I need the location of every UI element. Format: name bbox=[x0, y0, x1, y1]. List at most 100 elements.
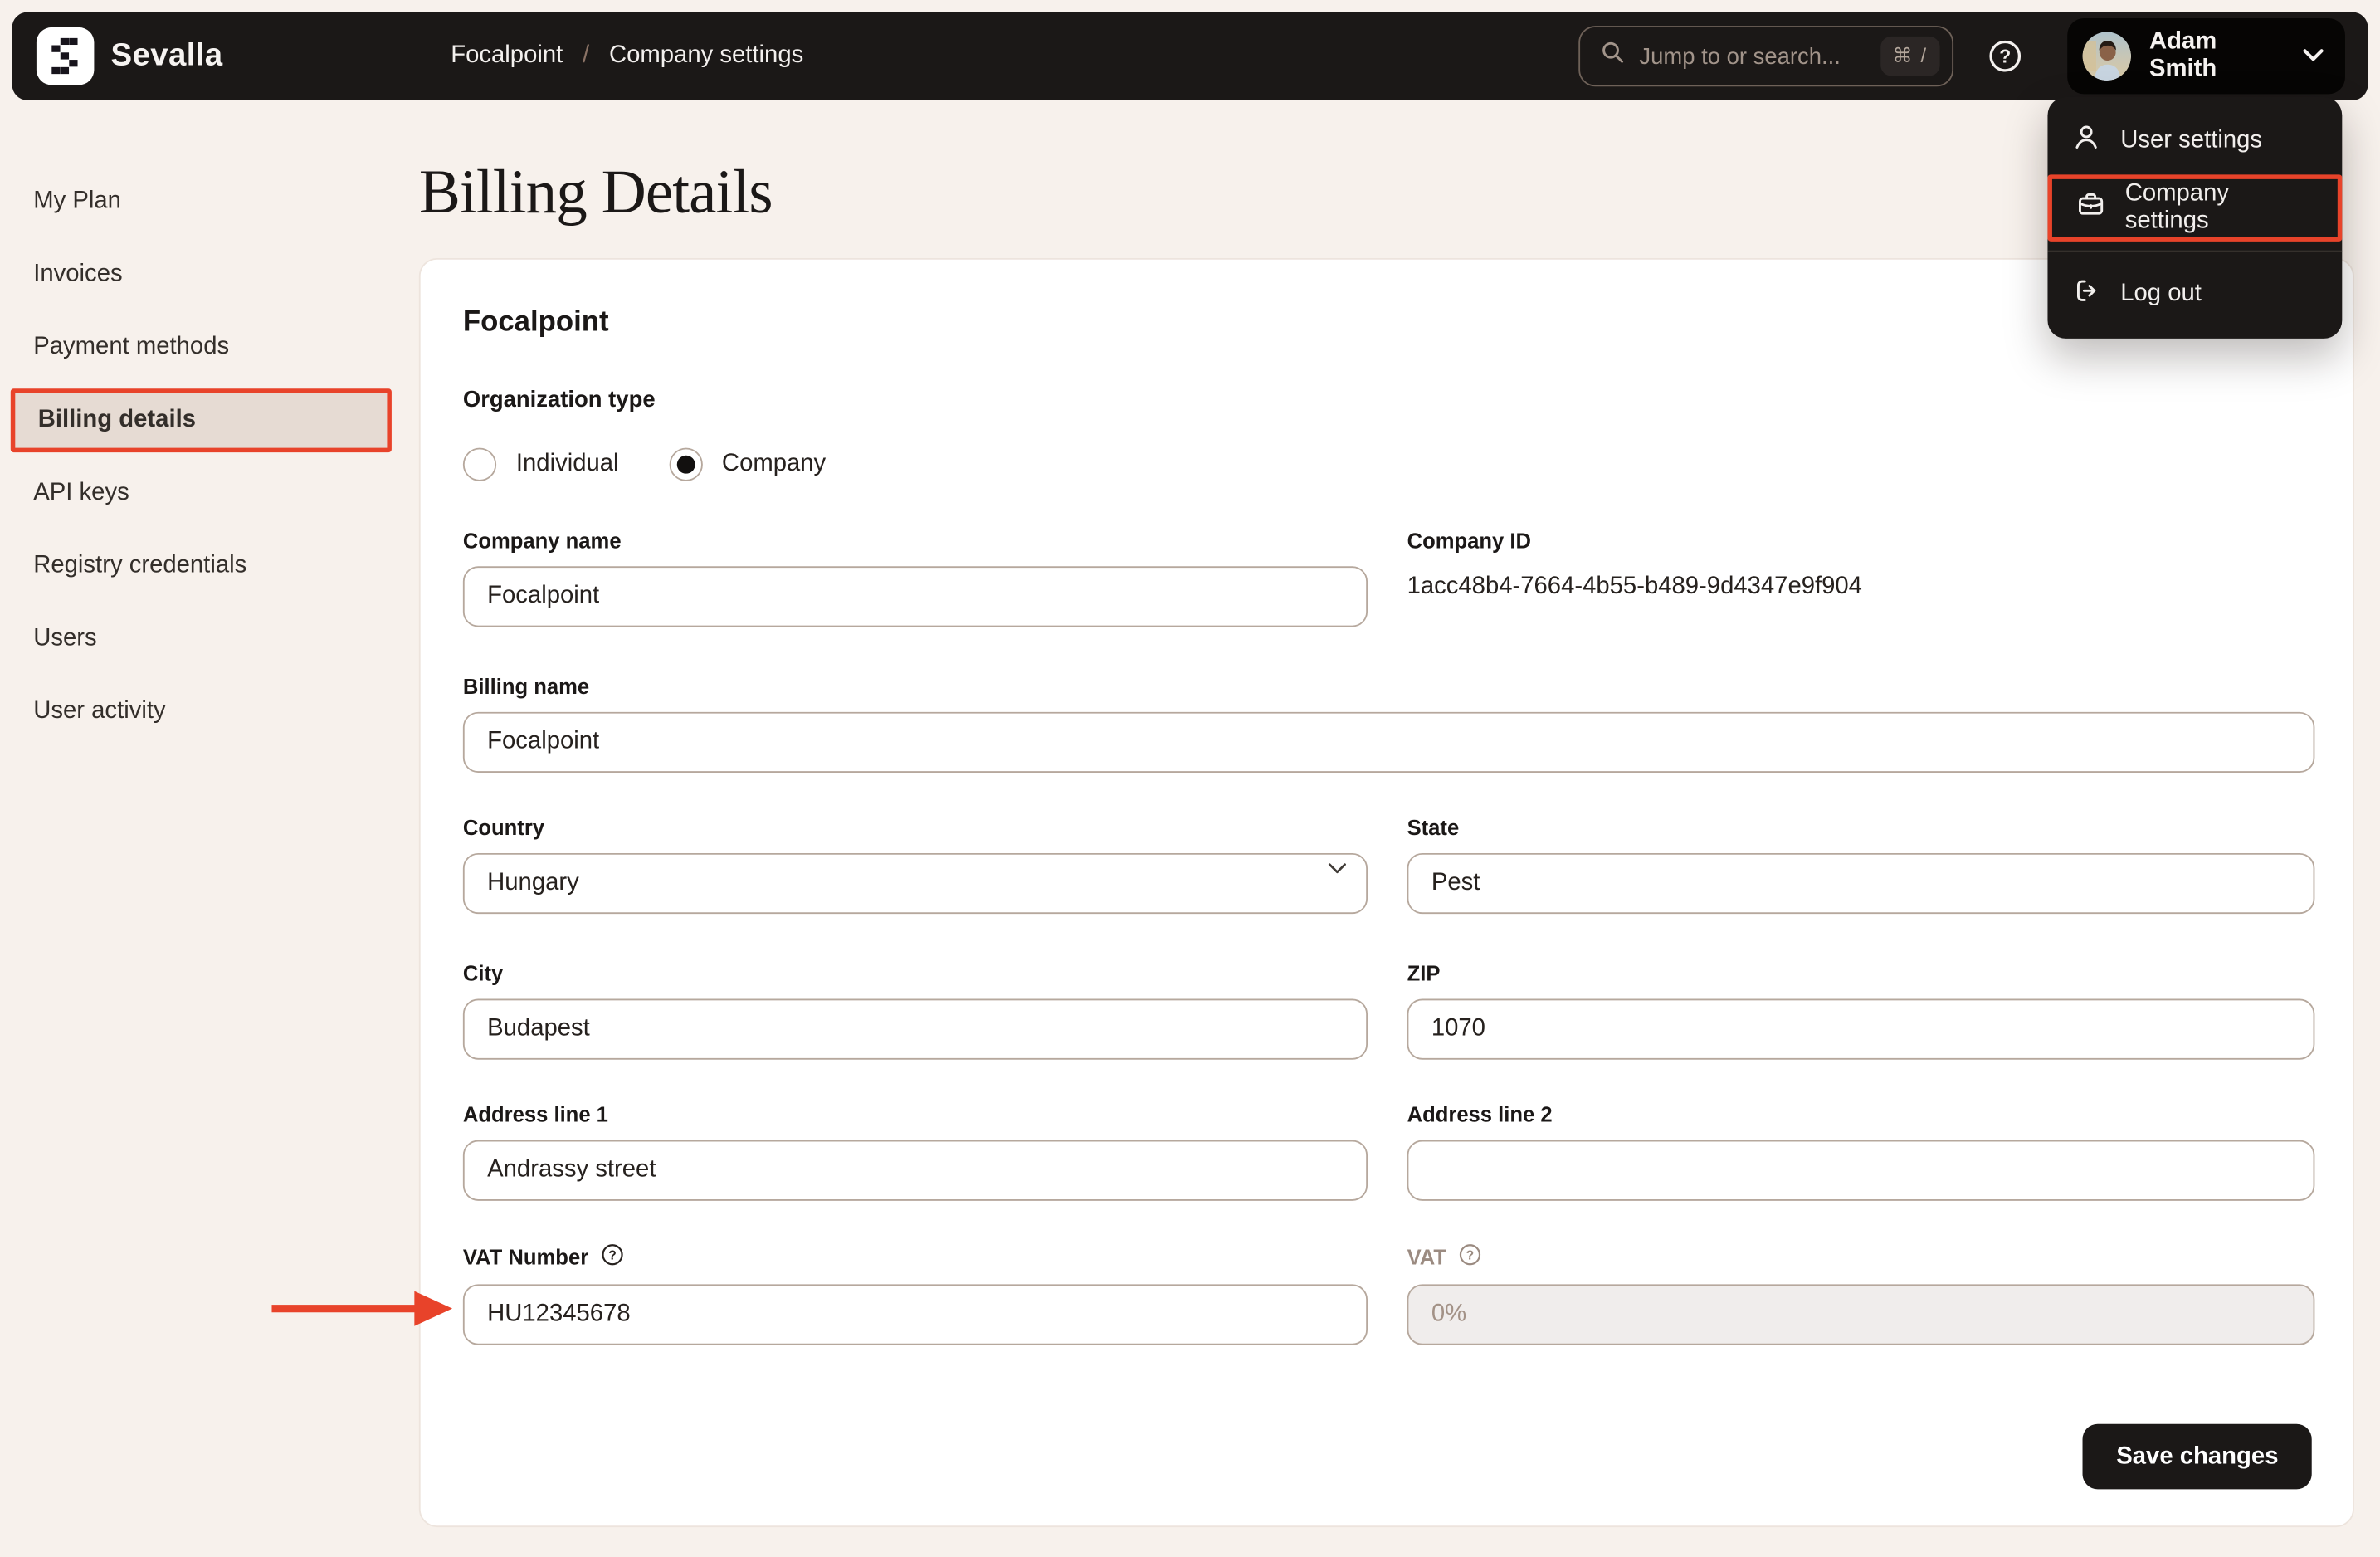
address-line-1-field: Address line 1 bbox=[462, 1101, 1368, 1201]
state-field: State bbox=[1407, 815, 2315, 915]
briefcase-icon bbox=[2076, 190, 2105, 227]
sidebar: My Plan Invoices Payment methods Billing… bbox=[0, 165, 397, 748]
address-line-2-field: Address line 2 bbox=[1407, 1102, 2315, 1201]
avatar bbox=[2082, 32, 2132, 81]
select-chevron-icon bbox=[1328, 855, 1346, 882]
radio-individual[interactable]: Individual bbox=[462, 447, 619, 481]
user-icon bbox=[2072, 123, 2101, 159]
menu-item-label: User settings bbox=[2120, 127, 2263, 154]
sevalla-logo-icon bbox=[36, 27, 95, 85]
page-title: Billing Details bbox=[418, 156, 773, 227]
sidebar-item-registry-credentials[interactable]: Registry credentials bbox=[0, 530, 397, 603]
vat-help-icon[interactable]: ? bbox=[1459, 1243, 1481, 1271]
company-id-label: Company ID bbox=[1407, 528, 1531, 553]
country-field: Country Hungary bbox=[462, 815, 1368, 915]
sidebar-item-label: Payment methods bbox=[33, 334, 230, 360]
state-input[interactable] bbox=[1407, 852, 2315, 915]
company-name-field: Company name bbox=[462, 528, 1368, 627]
menu-divider bbox=[2047, 250, 2343, 252]
breadcrumb-parent[interactable]: Focalpoint bbox=[451, 42, 563, 70]
city-label: City bbox=[462, 960, 504, 986]
menu-item-company-settings[interactable]: Company settings bbox=[2047, 174, 2343, 242]
billing-name-label: Billing name bbox=[462, 674, 590, 699]
address-line-2-label: Address line 2 bbox=[1407, 1101, 1553, 1127]
sidebar-item-users[interactable]: Users bbox=[0, 603, 397, 676]
sidebar-item-api-keys[interactable]: API keys bbox=[0, 457, 397, 530]
sidebar-item-payment-methods[interactable]: Payment methods bbox=[0, 311, 397, 384]
user-menu: User settings Company settings Log out bbox=[2047, 97, 2343, 339]
svg-text:?: ? bbox=[1999, 46, 2011, 67]
zip-label: ZIP bbox=[1407, 960, 1441, 986]
radio-company[interactable]: Company bbox=[668, 447, 827, 481]
company-id-value: 1acc48b4-7664-4b55-b489-9d4347e9f904 bbox=[1407, 574, 1862, 600]
billing-name-input[interactable] bbox=[462, 711, 2315, 774]
topbar: Sevalla Focalpoint / Company settings Ju… bbox=[12, 12, 2368, 100]
sidebar-item-label: User activity bbox=[33, 698, 166, 725]
sidebar-item-label: My Plan bbox=[33, 188, 121, 214]
svg-text:?: ? bbox=[1466, 1248, 1474, 1262]
search-icon bbox=[1600, 40, 1626, 73]
vat-input-disabled: 0% bbox=[1407, 1284, 2315, 1345]
breadcrumb-current[interactable]: Company settings bbox=[609, 42, 803, 70]
organization-type-group: Individual Company bbox=[462, 447, 827, 481]
vat-label: VAT bbox=[1407, 1244, 1446, 1270]
city-field: City bbox=[462, 960, 1368, 1060]
radio-label: Individual bbox=[515, 451, 619, 477]
user-name: Adam Smith bbox=[2149, 28, 2217, 82]
menu-item-user-settings[interactable]: User settings bbox=[2047, 108, 2342, 174]
menu-item-label: Log out bbox=[2120, 281, 2202, 307]
sidebar-item-label: Users bbox=[33, 625, 97, 652]
sidebar-item-label: Invoices bbox=[33, 261, 123, 287]
billing-details-card: Focalpoint Organization type Individual … bbox=[418, 257, 2354, 1528]
company-name-label: Company name bbox=[462, 528, 622, 553]
chevron-down-icon bbox=[2303, 42, 2324, 70]
breadcrumb-separator: / bbox=[583, 42, 590, 69]
radio-individual-circle[interactable] bbox=[462, 447, 497, 481]
billing-name-field: Billing name bbox=[462, 674, 2315, 774]
help-icon[interactable]: ? bbox=[1987, 38, 2023, 75]
card-title: Focalpoint bbox=[462, 306, 609, 339]
sidebar-item-my-plan[interactable]: My Plan bbox=[0, 165, 397, 238]
state-label: State bbox=[1407, 815, 1460, 840]
app-root: Sevalla Focalpoint / Company settings Ju… bbox=[0, 0, 2380, 1557]
sidebar-item-invoices[interactable]: Invoices bbox=[0, 238, 397, 311]
search-input[interactable]: Jump to or search... ⌘ / bbox=[1578, 26, 1954, 87]
annotation-arrow bbox=[271, 1289, 453, 1336]
radio-company-circle[interactable] bbox=[668, 447, 703, 481]
address-line-1-label: Address line 1 bbox=[462, 1101, 608, 1127]
logout-icon bbox=[2072, 276, 2101, 313]
address-line-2-input[interactable] bbox=[1407, 1140, 2315, 1201]
vat-field: VAT ? 0% bbox=[1407, 1243, 2315, 1345]
save-changes-button[interactable]: Save changes bbox=[2083, 1423, 2312, 1490]
menu-item-label: Company settings bbox=[2124, 180, 2230, 234]
search-shortcut-badge: ⌘ / bbox=[1880, 36, 1940, 76]
sidebar-item-label: Billing details bbox=[37, 407, 196, 433]
svg-text:?: ? bbox=[608, 1248, 616, 1262]
search-placeholder: Jump to or search... bbox=[1639, 43, 1841, 70]
brand[interactable]: Sevalla bbox=[36, 27, 223, 85]
sidebar-item-label: Registry credentials bbox=[33, 552, 247, 578]
breadcrumb: Focalpoint / Company settings bbox=[451, 12, 803, 100]
zip-input[interactable] bbox=[1407, 998, 2315, 1060]
vat-number-label: VAT Number bbox=[462, 1244, 589, 1270]
country-label: Country bbox=[462, 815, 545, 840]
user-menu-trigger[interactable]: Adam Smith bbox=[2067, 17, 2345, 95]
vat-number-field: VAT Number ? bbox=[462, 1243, 1368, 1345]
sidebar-item-user-activity[interactable]: User activity bbox=[0, 676, 397, 749]
organization-type-label: Organization type bbox=[462, 387, 656, 413]
menu-item-log-out[interactable]: Log out bbox=[2047, 261, 2342, 328]
brand-name: Sevalla bbox=[110, 37, 223, 73]
vat-number-help-icon[interactable]: ? bbox=[601, 1243, 623, 1271]
sidebar-item-label: API keys bbox=[33, 479, 129, 506]
sidebar-item-billing-details[interactable]: Billing details bbox=[10, 388, 392, 453]
zip-field: ZIP bbox=[1407, 961, 2315, 1060]
company-id-field: Company ID 1acc48b4-7664-4b55-b489-9d434… bbox=[1407, 529, 2315, 602]
vat-number-input[interactable] bbox=[462, 1284, 1368, 1345]
country-value: Hungary bbox=[487, 870, 579, 896]
city-input[interactable] bbox=[462, 998, 1368, 1060]
company-name-input[interactable] bbox=[462, 566, 1368, 627]
vat-value: 0% bbox=[1431, 1301, 1467, 1327]
country-select[interactable]: Hungary bbox=[462, 852, 1368, 915]
address-line-1-input[interactable] bbox=[462, 1140, 1368, 1201]
radio-label: Company bbox=[721, 451, 827, 477]
